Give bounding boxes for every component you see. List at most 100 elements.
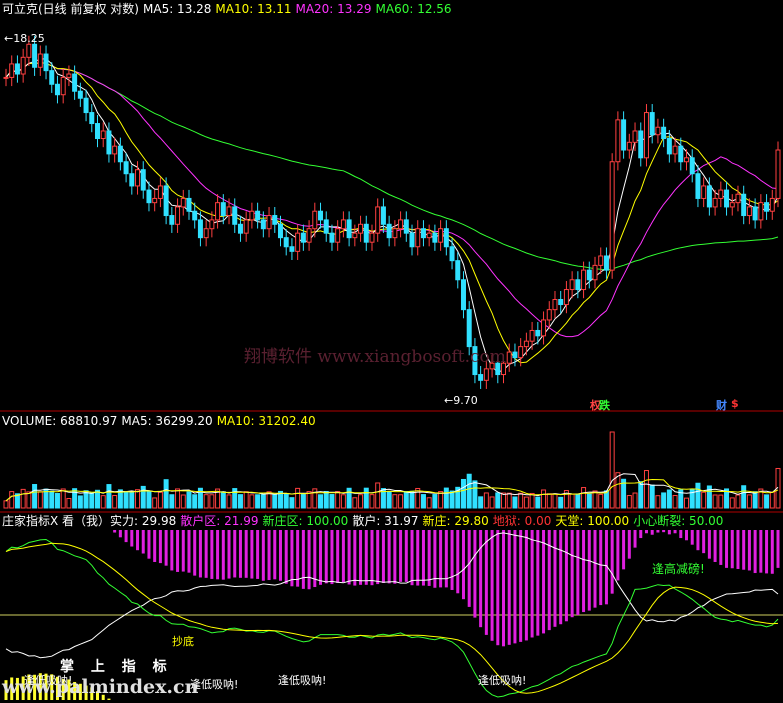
candle-body [192, 210, 198, 221]
volume-bar [340, 494, 346, 509]
candle-body [569, 279, 575, 291]
candle-body [117, 145, 123, 163]
retail-bar [130, 530, 134, 547]
volume-bar [523, 496, 529, 509]
candle-body [266, 215, 272, 230]
candle-body [77, 90, 83, 99]
candle-body [43, 53, 49, 72]
retail-bar [376, 530, 380, 585]
candle-body [203, 228, 209, 239]
retail-bar [696, 530, 700, 551]
volume-bar [89, 492, 95, 509]
ma10-line [5, 61, 779, 364]
retail-bar [662, 530, 666, 533]
volume-bar [100, 495, 106, 509]
volume-bar [289, 497, 295, 509]
arrow-left-icon: ← [444, 394, 454, 407]
candle-body [581, 269, 587, 291]
retail-bar [450, 530, 454, 590]
volume-bar [472, 480, 478, 509]
retail-bar [336, 530, 340, 583]
retail-bar [776, 530, 780, 568]
legend-item: 新庄区: 100.00 [262, 514, 349, 528]
candle-body [3, 76, 9, 79]
volume-bar [518, 492, 524, 509]
retail-bar [370, 530, 374, 586]
volume-bar [146, 491, 152, 509]
candle-body [14, 63, 20, 75]
candle-body [260, 219, 266, 230]
arrow-left-icon: ← [4, 32, 14, 45]
volume-bar [426, 497, 432, 509]
candle-body [209, 219, 215, 230]
candle-body [243, 219, 249, 234]
volume-bar [420, 494, 426, 509]
volume-bar [255, 494, 261, 509]
candle-body [60, 76, 66, 96]
retail-bar [158, 530, 162, 564]
candle-body [169, 215, 175, 225]
retail-bar [622, 530, 626, 570]
legend-item: MA5: 13.28 [143, 2, 212, 16]
candle-body [186, 197, 192, 212]
candle-body [295, 232, 301, 252]
volume-bar [112, 495, 118, 509]
candle-body [643, 112, 649, 159]
volume-bar [152, 497, 158, 509]
candle-body [312, 210, 318, 230]
retail-bar [319, 530, 323, 585]
legend-item: MA10: 13.11 [215, 2, 292, 16]
volume-bar [483, 492, 489, 509]
candle-body [626, 141, 632, 151]
candle-body [592, 264, 598, 281]
volume-bar [295, 487, 301, 509]
retail-bar [747, 530, 751, 571]
candle-body [306, 228, 312, 243]
volume-bar [175, 488, 181, 509]
candle-body [140, 169, 146, 191]
retail-bar [519, 530, 523, 642]
retail-bar [301, 530, 305, 589]
event-mark-finance[interactable]: 财 [716, 397, 727, 413]
volume-bar [123, 491, 129, 509]
retail-bar [467, 530, 471, 607]
candle-body [438, 228, 444, 243]
candle-body [89, 112, 95, 125]
volume-bar [306, 491, 312, 509]
retail-bar [198, 530, 202, 578]
retail-bar [273, 530, 277, 580]
volume-bar [77, 495, 83, 509]
candle-body [135, 169, 141, 187]
volume-bar [741, 485, 747, 509]
event-mark-drop[interactable]: 跌 [599, 397, 610, 413]
retail-bar [141, 530, 145, 554]
retail-bar [353, 530, 357, 586]
candle-body [478, 374, 484, 381]
retail-bar [582, 530, 586, 613]
candle-body [323, 219, 329, 234]
volume-bar [300, 494, 306, 509]
volume-bar [666, 489, 672, 509]
candle-body [403, 219, 409, 234]
candle-body [318, 210, 324, 221]
candle-body [518, 346, 524, 359]
candle-body [157, 185, 163, 199]
candle-body [163, 185, 169, 217]
candle-body [546, 309, 552, 321]
legend-item: 可立克(日线 前复权 对数) [2, 2, 139, 16]
candle-body [66, 73, 72, 78]
event-mark-dollar[interactable]: $ [731, 397, 739, 410]
retail-bar [496, 530, 500, 646]
volume-bar [501, 492, 507, 509]
volume-bar [529, 492, 535, 509]
retail-bar [278, 530, 282, 581]
candle-body [340, 219, 346, 230]
volume-bar [541, 489, 547, 509]
retail-bar [193, 530, 197, 576]
retail-bar [479, 530, 483, 628]
retail-bar [461, 530, 465, 600]
volume-bar [358, 494, 364, 509]
candle-body [49, 70, 55, 85]
retail-line [5, 532, 779, 659]
retail-bar [599, 530, 603, 606]
